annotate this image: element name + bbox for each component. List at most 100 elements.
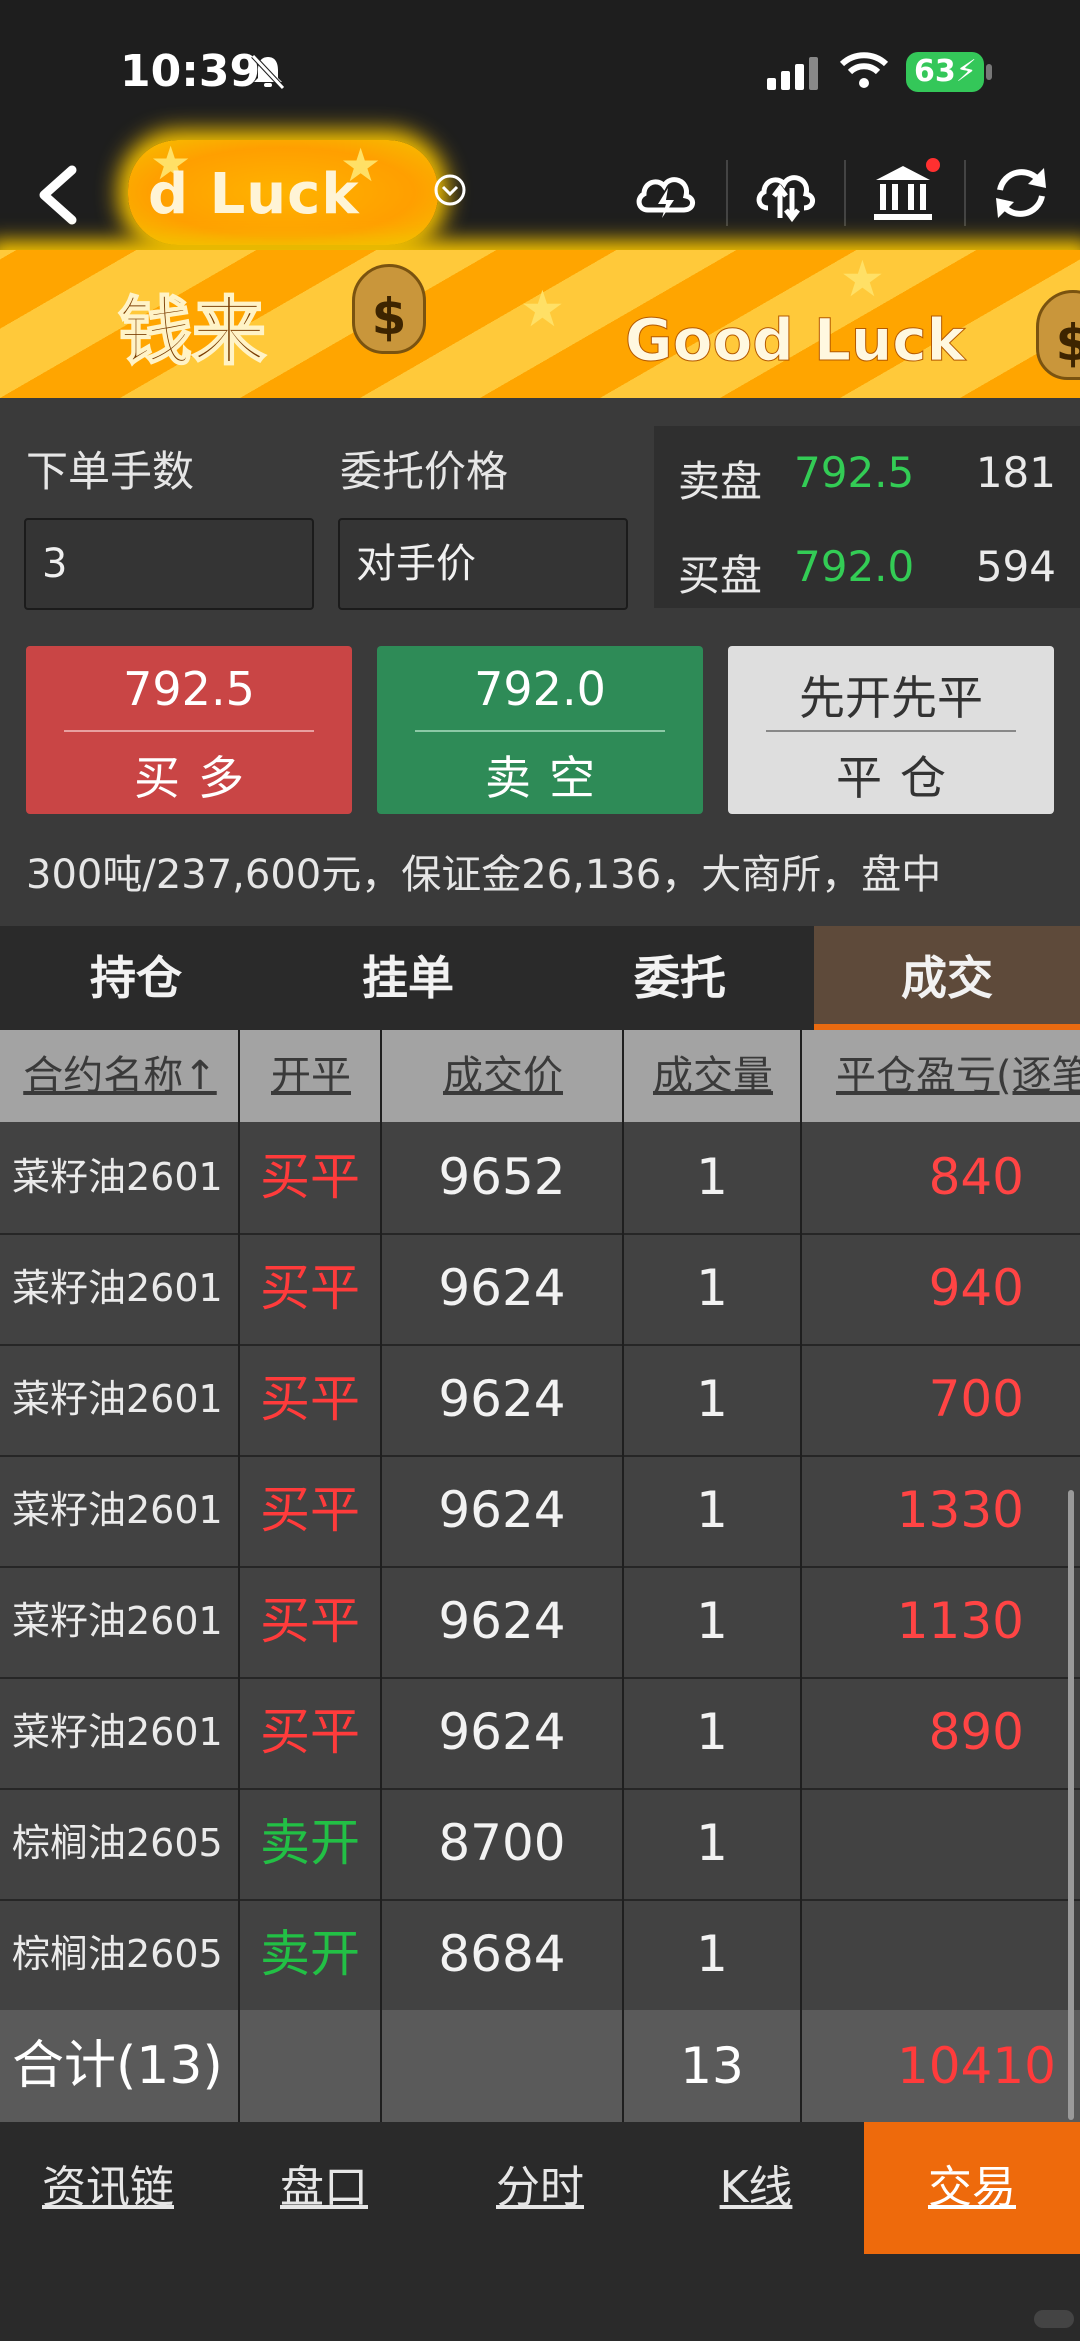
back-arrow-icon[interactable] bbox=[28, 160, 84, 230]
trade-price-cell: 8684 bbox=[438, 1925, 566, 1983]
close-mode: 先开先平 bbox=[799, 671, 983, 725]
qty-label: 下单手数 bbox=[26, 447, 195, 496]
table-row[interactable]: 菜籽油2601 买平 9652 1 840 bbox=[0, 1122, 1080, 1235]
col-header-volume[interactable]: 成交量 bbox=[624, 1030, 802, 1122]
bottom-nav: 资讯链 盘口 分时 K线 交易 bbox=[0, 2122, 1080, 2341]
trade-price-cell: 9624 bbox=[438, 1481, 566, 1539]
app-header: ★ ★ d Luck bbox=[0, 136, 1080, 250]
column-divider bbox=[238, 1030, 240, 2122]
chevron-down-circle-icon[interactable] bbox=[432, 172, 468, 208]
total-label: 合计(13) bbox=[12, 2036, 223, 2096]
open-close-cell: 卖开 bbox=[260, 1925, 360, 1983]
price-type-select[interactable]: 对手价 bbox=[338, 518, 628, 610]
battery-indicator: 63⚡ bbox=[906, 52, 984, 92]
close-label: 平仓 bbox=[836, 751, 964, 805]
trade-qty-cell: 1 bbox=[696, 1925, 728, 1983]
watermark-badge bbox=[1034, 2310, 1074, 2328]
close-position-button[interactable]: 先开先平 平仓 bbox=[728, 646, 1054, 814]
open-close-cell: 买平 bbox=[260, 1481, 360, 1539]
nav-news-chain[interactable]: 资讯链 bbox=[0, 2122, 216, 2254]
status-bar: 10:39 63⚡ bbox=[0, 0, 1080, 140]
contract-title-overlay: d Luck bbox=[148, 162, 360, 227]
open-close-cell: 买平 bbox=[260, 1370, 360, 1428]
battery-tip bbox=[986, 64, 992, 80]
nav-intraday[interactable]: 分时 bbox=[432, 2122, 648, 2254]
trade-price-cell: 9624 bbox=[438, 1592, 566, 1650]
close-pnl-cell bbox=[802, 1788, 1024, 1899]
notification-dot bbox=[926, 158, 940, 172]
table-row[interactable]: 菜籽油2601 买平 9624 1 1130 bbox=[0, 1566, 1080, 1679]
tab-positions[interactable]: 持仓 bbox=[0, 926, 272, 1030]
table-row[interactable]: 菜籽油2601 买平 9624 1 700 bbox=[0, 1344, 1080, 1457]
table-row[interactable]: 菜籽油2601 买平 9624 1 890 bbox=[0, 1677, 1080, 1790]
trade-qty-cell: 1 bbox=[696, 1814, 728, 1872]
open-close-cell: 卖开 bbox=[260, 1814, 360, 1872]
open-close-cell: 买平 bbox=[260, 1259, 360, 1317]
close-pnl-cell: 890 bbox=[928, 1703, 1024, 1761]
money-bag-symbol: $ bbox=[1055, 314, 1080, 372]
sell-short-button[interactable]: 792.0 卖空 bbox=[377, 646, 703, 814]
table-row[interactable]: 菜籽油2601 买平 9624 1 940 bbox=[0, 1233, 1080, 1346]
tab-orders[interactable]: 委托 bbox=[544, 926, 816, 1030]
table-scrollbar[interactable] bbox=[1068, 1490, 1074, 2120]
bid-row: 买盘 792.0 594 bbox=[654, 542, 1080, 610]
trade-price-cell: 9652 bbox=[438, 1148, 566, 1206]
header-divider bbox=[726, 160, 728, 226]
cloud-sync-icon[interactable] bbox=[750, 158, 820, 228]
money-bag-icon: $ bbox=[352, 264, 426, 354]
tab-trades[interactable]: 成交 bbox=[814, 926, 1080, 1030]
ask-row: 卖盘 792.5 181 bbox=[654, 448, 1080, 548]
col-header-price[interactable]: 成交价 bbox=[382, 1030, 624, 1122]
ask-volume: 181 bbox=[975, 448, 1056, 497]
button-divider bbox=[64, 730, 314, 732]
trade-price-cell: 8700 bbox=[438, 1814, 566, 1872]
open-close-cell: 买平 bbox=[260, 1703, 360, 1761]
trade-qty-cell: 1 bbox=[696, 1481, 728, 1539]
trade-qty-cell: 1 bbox=[696, 1370, 728, 1428]
total-row: 合计(13) 13 10410 bbox=[0, 2010, 1080, 2122]
nav-kline[interactable]: K线 bbox=[648, 2122, 864, 2254]
qty-input[interactable]: 3 bbox=[24, 518, 314, 610]
sell-price: 792.0 bbox=[474, 662, 606, 716]
contract-info: 300吨/237,600元，保证金26,136，大商所，盘中 bbox=[26, 852, 942, 898]
table-row[interactable]: 棕榈油2605 卖开 8700 1 bbox=[0, 1788, 1080, 1901]
buy-price: 792.5 bbox=[123, 662, 255, 716]
cloud-upload-icon[interactable] bbox=[630, 158, 700, 228]
tab-pending-orders[interactable]: 挂单 bbox=[272, 926, 544, 1030]
column-divider bbox=[800, 1030, 802, 2122]
col-header-contract[interactable]: 合约名称↑ bbox=[0, 1030, 240, 1122]
sell-label: 卖空 bbox=[485, 751, 613, 805]
banner-text-cn: 钱来 bbox=[117, 288, 267, 376]
order-panel: 下单手数 委托价格 3 对手价 卖盘 792.5 181 买盘 792.0 59… bbox=[0, 398, 1080, 926]
total-pnl: 10410 bbox=[896, 2037, 1056, 2095]
trade-qty-cell: 1 bbox=[696, 1592, 728, 1650]
col-header-open-close[interactable]: 开平 bbox=[240, 1030, 382, 1122]
nav-order-book[interactable]: 盘口 bbox=[216, 2122, 432, 2254]
column-divider bbox=[622, 1030, 624, 2122]
header-divider bbox=[964, 160, 966, 226]
trades-table-header: 合约名称↑ 开平 成交价 成交量 平仓盈亏(逐笔 bbox=[0, 1030, 1080, 1122]
nav-trade[interactable]: 交易 bbox=[864, 2122, 1080, 2254]
bid-label: 买盘 bbox=[678, 551, 763, 600]
trade-price-cell: 9624 bbox=[438, 1370, 566, 1428]
button-divider bbox=[415, 730, 665, 732]
close-pnl-cell: 700 bbox=[928, 1370, 1024, 1428]
close-pnl-cell: 1330 bbox=[896, 1481, 1024, 1539]
table-row[interactable]: 棕榈油2605 卖开 8684 1 bbox=[0, 1899, 1080, 2012]
buy-long-button[interactable]: 792.5 买多 bbox=[26, 646, 352, 814]
trade-price-cell: 9624 bbox=[438, 1703, 566, 1761]
open-close-cell: 买平 bbox=[260, 1592, 360, 1650]
table-row[interactable]: 菜籽油2601 买平 9624 1 1330 bbox=[0, 1455, 1080, 1568]
price-label: 委托价格 bbox=[340, 447, 509, 496]
contract-name-cell: 菜籽油2601 bbox=[12, 1710, 223, 1754]
tab-bar: 持仓 挂单 委托 成交 bbox=[0, 926, 1080, 1030]
button-divider bbox=[766, 730, 1016, 732]
buy-label: 买多 bbox=[134, 751, 262, 805]
column-divider bbox=[380, 1030, 382, 2122]
contract-name-cell: 菜籽油2601 bbox=[12, 1377, 223, 1421]
refresh-icon[interactable] bbox=[986, 158, 1056, 228]
col-header-pnl[interactable]: 平仓盈亏(逐笔 bbox=[836, 1030, 1080, 1122]
promo-banner[interactable]: 钱来 $ ★ ★ Good Luck $ bbox=[0, 250, 1080, 398]
wifi-icon bbox=[839, 52, 889, 88]
contract-name-cell: 棕榈油2605 bbox=[12, 1932, 223, 1976]
